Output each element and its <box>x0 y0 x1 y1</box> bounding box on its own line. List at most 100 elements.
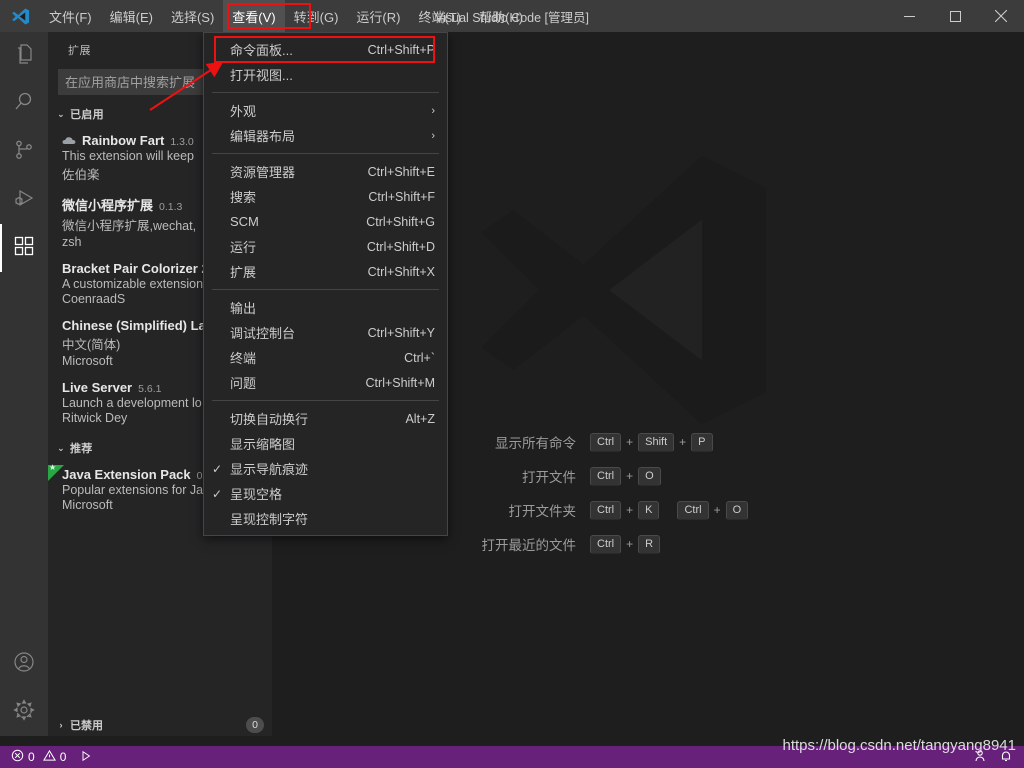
view-menu-dropdown[interactable]: 命令面板... Ctrl+Shift+P 打开视图... 外观 › 编辑器布局 … <box>203 32 448 536</box>
menu-item-label: 切换自动换行 <box>230 412 309 427</box>
extension-name: Bracket Pair Colorizer 2 <box>62 261 209 276</box>
menu-item-label: SCM <box>230 214 259 229</box>
menu-item-output[interactable]: 输出 <box>204 295 447 320</box>
cloud-icon <box>62 135 76 148</box>
key-cap: Ctrl <box>590 466 622 486</box>
menu-item-command-palette[interactable]: 命令面板... Ctrl+Shift+P <box>204 37 447 62</box>
menu-item-problems[interactable]: 问题 Ctrl+Shift+M <box>204 370 447 395</box>
key-cap: P <box>691 432 713 452</box>
key-cap: Ctrl <box>590 432 622 452</box>
extension-name: Chinese (Simplified) La <box>62 318 206 333</box>
chevron-right-icon: › <box>431 129 435 142</box>
menu-terminal[interactable]: 终端(T) <box>409 0 470 32</box>
menu-item-label: 扩展 <box>230 265 257 280</box>
menu-item-show-breadcrumbs[interactable]: ✓ 显示导航痕迹 <box>204 456 447 481</box>
activity-item-search[interactable] <box>0 80 48 128</box>
menu-go[interactable]: 转到(G) <box>285 0 348 32</box>
plus-sign: + <box>626 435 634 449</box>
status-notifications[interactable] <box>994 746 1018 768</box>
activity-item-run-and-debug[interactable] <box>0 176 48 224</box>
menu-item-shortcut: Ctrl+Shift+P <box>367 42 435 57</box>
shortcut-label: 打开最近的文件 <box>481 538 577 553</box>
menu-item-appearance[interactable]: 外观 › <box>204 98 447 123</box>
source-control-icon <box>12 138 36 167</box>
key-cap: Ctrl <box>590 500 622 520</box>
disabled-count-badge: 0 <box>246 717 264 733</box>
menu-separator <box>212 400 439 401</box>
menu-item-shortcut: Ctrl+Shift+E <box>367 164 435 179</box>
menu-file[interactable]: 文件(F) <box>40 0 101 32</box>
chevron-right-icon: › <box>59 720 63 730</box>
extensions-icon <box>12 234 36 263</box>
section-label-disabled: 已禁用 <box>70 720 103 732</box>
menu-item-label: 显示缩略图 <box>230 437 296 452</box>
extension-version: 0.1.3 <box>159 201 183 213</box>
menu-item-debug-console[interactable]: 调试控制台 Ctrl+Shift+Y <box>204 320 447 345</box>
menu-item-show-minimap[interactable]: 显示缩略图 <box>204 431 447 456</box>
play-icon <box>80 750 92 765</box>
menu-item-shortcut: Ctrl+` <box>404 350 435 365</box>
sidebar-title: 扩展 <box>68 44 91 57</box>
menu-item-run[interactable]: 运行 Ctrl+Shift+D <box>204 234 447 259</box>
key-cap: Ctrl <box>677 500 709 520</box>
minimize-button[interactable] <box>886 0 932 32</box>
checkmark-icon: ✓ <box>212 461 223 476</box>
plus-sign: + <box>713 503 721 517</box>
menu-bar[interactable]: 文件(F) 编辑(E) 选择(S) 查看(V) 转到(G) 运行(R) 终端(T… <box>40 0 532 32</box>
menu-item-shortcut: Ctrl+Shift+X <box>367 264 435 279</box>
close-button[interactable] <box>978 0 1024 32</box>
warning-count: 0 <box>59 750 67 764</box>
menu-edit[interactable]: 编辑(E) <box>101 0 162 32</box>
error-count: 0 <box>28 750 35 764</box>
menu-item-toggle-word-wrap[interactable]: 切换自动换行 Alt+Z <box>204 406 447 431</box>
activity-item-manage[interactable] <box>0 688 48 736</box>
status-problems[interactable]: 0 0 <box>6 746 71 768</box>
checkmark-icon: ✓ <box>212 486 223 501</box>
menu-item-scm[interactable]: SCM Ctrl+Shift+G <box>204 209 447 234</box>
menu-item-extensions[interactable]: 扩展 Ctrl+Shift+X <box>204 259 447 284</box>
menu-item-shortcut: Ctrl+Shift+Y <box>367 325 435 340</box>
activity-bar[interactable] <box>0 32 48 736</box>
activity-item-extensions[interactable] <box>0 224 48 272</box>
menu-item-shortcut: Ctrl+Shift+G <box>366 214 435 229</box>
plus-sign: + <box>626 503 634 517</box>
menu-item-render-control-characters[interactable]: 呈现控制字符 <box>204 506 447 531</box>
search-icon <box>12 90 36 119</box>
title-bar: Visual Studio Code [管理员] 文件(F) 编辑(E) 选择(… <box>0 0 1024 32</box>
shortcut-row-open-recent: 打开最近的文件 Ctrl + R <box>272 534 1024 554</box>
menu-separator <box>212 289 439 290</box>
menu-item-label: 问题 <box>230 376 257 391</box>
activity-item-source-control[interactable] <box>0 128 48 176</box>
section-header-disabled[interactable]: › 已禁用 0 <box>48 714 272 736</box>
menu-item-explorer[interactable]: 资源管理器 Ctrl+Shift+E <box>204 159 447 184</box>
menu-item-search[interactable]: 搜索 Ctrl+Shift+F <box>204 184 447 209</box>
status-bar-right <box>968 746 1024 768</box>
menu-selection[interactable]: 选择(S) <box>162 0 223 32</box>
shortcut-keys: Ctrl + O <box>590 466 661 486</box>
extension-name: 微信小程序扩展 <box>62 198 154 213</box>
activity-item-explorer[interactable] <box>0 32 48 80</box>
menu-item-render-whitespace[interactable]: ✓ 呈现空格 <box>204 481 447 506</box>
account-icon <box>12 650 36 679</box>
window-controls[interactable] <box>886 0 1024 32</box>
extension-name: Live Server <box>62 380 133 395</box>
files-icon <box>12 42 36 71</box>
menu-view[interactable]: 查看(V) <box>223 0 285 32</box>
menu-separator <box>212 153 439 154</box>
activity-item-accounts[interactable] <box>0 640 48 688</box>
menu-item-open-view[interactable]: 打开视图... <box>204 62 447 87</box>
section-label-recommended: 推荐 <box>70 443 93 455</box>
maximize-button[interactable] <box>932 0 978 32</box>
status-run[interactable] <box>75 746 97 768</box>
menu-item-editor-layout[interactable]: 编辑器布局 › <box>204 123 447 148</box>
status-feedback[interactable] <box>968 746 992 768</box>
menu-run[interactable]: 运行(R) <box>347 0 409 32</box>
menu-help[interactable]: 帮助(H) <box>470 0 532 32</box>
menu-item-label: 终端 <box>230 351 257 366</box>
bell-icon <box>999 749 1013 766</box>
menu-item-terminal[interactable]: 终端 Ctrl+` <box>204 345 447 370</box>
key-cap: Shift <box>638 432 675 452</box>
menu-item-label: 搜索 <box>230 190 257 205</box>
menu-item-shortcut: Ctrl+Shift+F <box>368 189 435 204</box>
gear-icon <box>12 698 36 727</box>
